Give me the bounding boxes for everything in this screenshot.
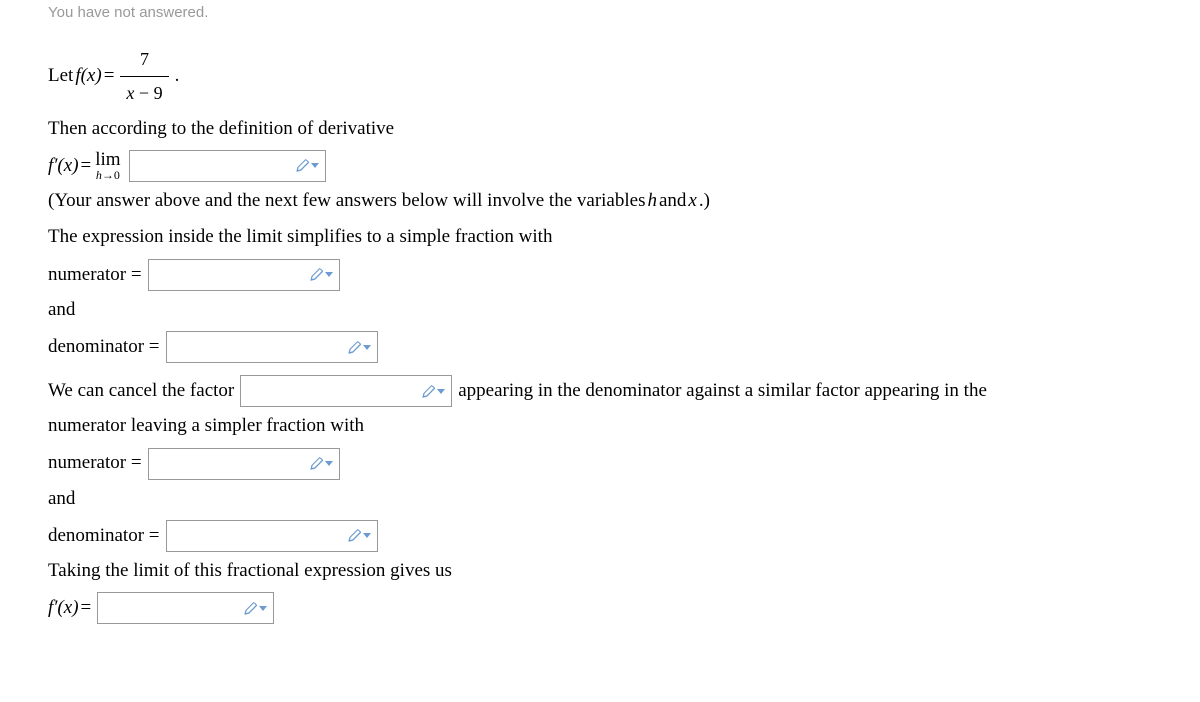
hint-h: h <box>647 186 657 216</box>
lim-arrow: →0 <box>102 168 120 182</box>
simplify-line: The expression inside the limit simplifi… <box>48 222 1200 252</box>
pencil-dropdown-icon[interactable] <box>290 159 325 172</box>
numerator-label: numerator = <box>48 260 142 290</box>
pencil-dropdown-icon[interactable] <box>238 602 273 615</box>
pencil-icon <box>244 602 257 615</box>
pencil-dropdown-icon[interactable] <box>304 268 339 281</box>
numerator-input-1[interactable] <box>149 262 304 287</box>
cancel-c: numerator leaving a simpler fraction wit… <box>48 411 364 441</box>
function-definition-line: Let f(x) = 7 x − 9 . <box>48 45 1200 108</box>
then-text: Then according to the definition of deri… <box>48 114 394 144</box>
denominator-line-2: denominator = <box>48 520 1200 552</box>
den-minus: − <box>134 83 153 103</box>
taking-limit-text: Taking the limit of this fractional expr… <box>48 556 452 586</box>
simplify-text: The expression inside the limit simplifi… <box>48 222 552 252</box>
fprime-limit-line: f′(x) = lim h→0 <box>48 150 1200 182</box>
fprime-symbol-2: f′(x) <box>48 593 79 623</box>
denominator-input-1[interactable] <box>167 335 342 360</box>
fprime-result-input-wrap <box>97 592 274 624</box>
den-num: 9 <box>154 83 163 103</box>
taking-limit-line: Taking the limit of this fractional expr… <box>48 556 1200 586</box>
denominator-input-wrap-2 <box>166 520 378 552</box>
caret-down-icon <box>437 389 445 394</box>
caret-down-icon <box>259 606 267 611</box>
caret-down-icon <box>311 163 319 168</box>
fx-symbol: f(x) <box>75 61 101 91</box>
numerator-input-wrap-1 <box>148 259 340 291</box>
caret-down-icon <box>325 461 333 466</box>
cancel-line-1: We can cancel the factor appearing in th… <box>48 375 1200 407</box>
pencil-dropdown-icon[interactable] <box>416 385 451 398</box>
numerator-line-1: numerator = <box>48 259 1200 291</box>
hint-a: (Your answer above and the next few answ… <box>48 186 645 216</box>
equals-sign-2: = <box>81 151 92 181</box>
lim-sub: h→0 <box>96 169 120 181</box>
and-text: and <box>48 295 75 325</box>
pencil-icon <box>348 341 361 354</box>
cancel-b: appearing in the denominator against a s… <box>458 376 987 406</box>
numerator-label-2: numerator = <box>48 448 142 478</box>
cancel-factor-input[interactable] <box>241 379 416 404</box>
limit-notation: lim h→0 <box>95 150 120 181</box>
hint-b: and <box>659 186 686 216</box>
problem-content: Let f(x) = 7 x − 9 . Then according to t… <box>0 25 1200 648</box>
caret-down-icon <box>325 272 333 277</box>
pencil-icon <box>310 268 323 281</box>
numerator-input-2[interactable] <box>149 451 304 476</box>
and-line-1: and <box>48 295 1200 325</box>
status-message: You have not answered. <box>0 0 1200 25</box>
hint-c: .) <box>699 186 710 216</box>
cancel-a: We can cancel the factor <box>48 376 234 406</box>
fprime-result-line: f′(x) = <box>48 592 1200 624</box>
denominator-input-wrap-1 <box>166 331 378 363</box>
fprime-symbol: f′(x) <box>48 151 79 181</box>
pencil-dropdown-icon[interactable] <box>342 529 377 542</box>
limit-input[interactable] <box>130 153 290 178</box>
hint-x: x <box>688 186 696 216</box>
pencil-icon <box>296 159 309 172</box>
pencil-icon <box>310 457 323 470</box>
lim-text: lim <box>95 150 120 169</box>
denominator-label: denominator = <box>48 332 160 362</box>
fraction-numerator: 7 <box>134 45 155 76</box>
hint-line: (Your answer above and the next few answ… <box>48 186 1200 216</box>
caret-down-icon <box>363 345 371 350</box>
pencil-dropdown-icon[interactable] <box>304 457 339 470</box>
denominator-input-2[interactable] <box>167 523 342 548</box>
equals-sign-3: = <box>81 593 92 623</box>
let-text: Let <box>48 61 73 91</box>
pencil-icon <box>348 529 361 542</box>
pencil-icon <box>422 385 435 398</box>
fprime-result-input[interactable] <box>98 596 238 621</box>
numerator-line-2: numerator = <box>48 448 1200 480</box>
caret-down-icon <box>363 533 371 538</box>
and-text-2: and <box>48 484 75 514</box>
period: . <box>175 61 180 91</box>
denominator-label-2: denominator = <box>48 521 160 551</box>
fraction: 7 x − 9 <box>120 45 168 108</box>
equals-sign: = <box>104 61 115 91</box>
cancel-line-2: numerator leaving a simpler fraction wit… <box>48 411 1200 441</box>
numerator-input-wrap-2 <box>148 448 340 480</box>
denominator-line-1: denominator = <box>48 331 1200 363</box>
then-line: Then according to the definition of deri… <box>48 114 1200 144</box>
limit-input-wrap <box>129 150 326 182</box>
pencil-dropdown-icon[interactable] <box>342 341 377 354</box>
cancel-factor-input-wrap <box>240 375 452 407</box>
and-line-2: and <box>48 484 1200 514</box>
fraction-denominator: x − 9 <box>120 76 168 108</box>
